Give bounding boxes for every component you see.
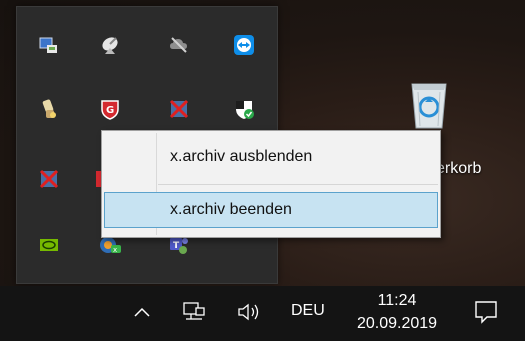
- teamviewer-icon[interactable]: [232, 33, 256, 57]
- network-drive-icon[interactable]: [37, 33, 61, 57]
- menu-separator: [158, 184, 438, 185]
- clock-date[interactable]: 20.09.2019: [348, 315, 446, 333]
- disabled-app-icon[interactable]: [167, 97, 191, 121]
- menu-item-hide[interactable]: x.archiv ausblenden: [104, 139, 438, 175]
- svg-text:x: x: [113, 246, 117, 254]
- clock-time[interactable]: 11:24: [352, 292, 442, 310]
- nvidia-icon[interactable]: [37, 233, 61, 257]
- disabled-app-icon-2[interactable]: [37, 167, 61, 191]
- recycle-bin-label[interactable]: erkorb: [436, 160, 481, 178]
- input-language-indicator[interactable]: DEU: [291, 302, 325, 320]
- network-icon[interactable]: [182, 300, 208, 329]
- windows-security-icon[interactable]: [232, 97, 256, 121]
- show-hidden-icons-chevron-icon[interactable]: [132, 302, 152, 327]
- satellite-dish-icon[interactable]: [98, 33, 122, 57]
- taskbar: DEU 11:24 20.09.2019: [0, 286, 525, 341]
- recycle-bin-icon[interactable]: [404, 72, 454, 132]
- volume-icon[interactable]: [236, 301, 264, 328]
- tray-context-menu: x.archiv ausblenden x.archiv beenden: [101, 130, 441, 238]
- menu-item-exit[interactable]: x.archiv beenden: [104, 192, 438, 228]
- cloud-sync-disabled-icon[interactable]: [167, 33, 191, 57]
- action-center-notification-icon[interactable]: [472, 298, 500, 331]
- gdata-shield-icon[interactable]: G: [98, 97, 122, 121]
- svg-text:G: G: [106, 105, 114, 116]
- usb-device-icon[interactable]: [37, 97, 61, 121]
- svg-text:T: T: [173, 241, 180, 251]
